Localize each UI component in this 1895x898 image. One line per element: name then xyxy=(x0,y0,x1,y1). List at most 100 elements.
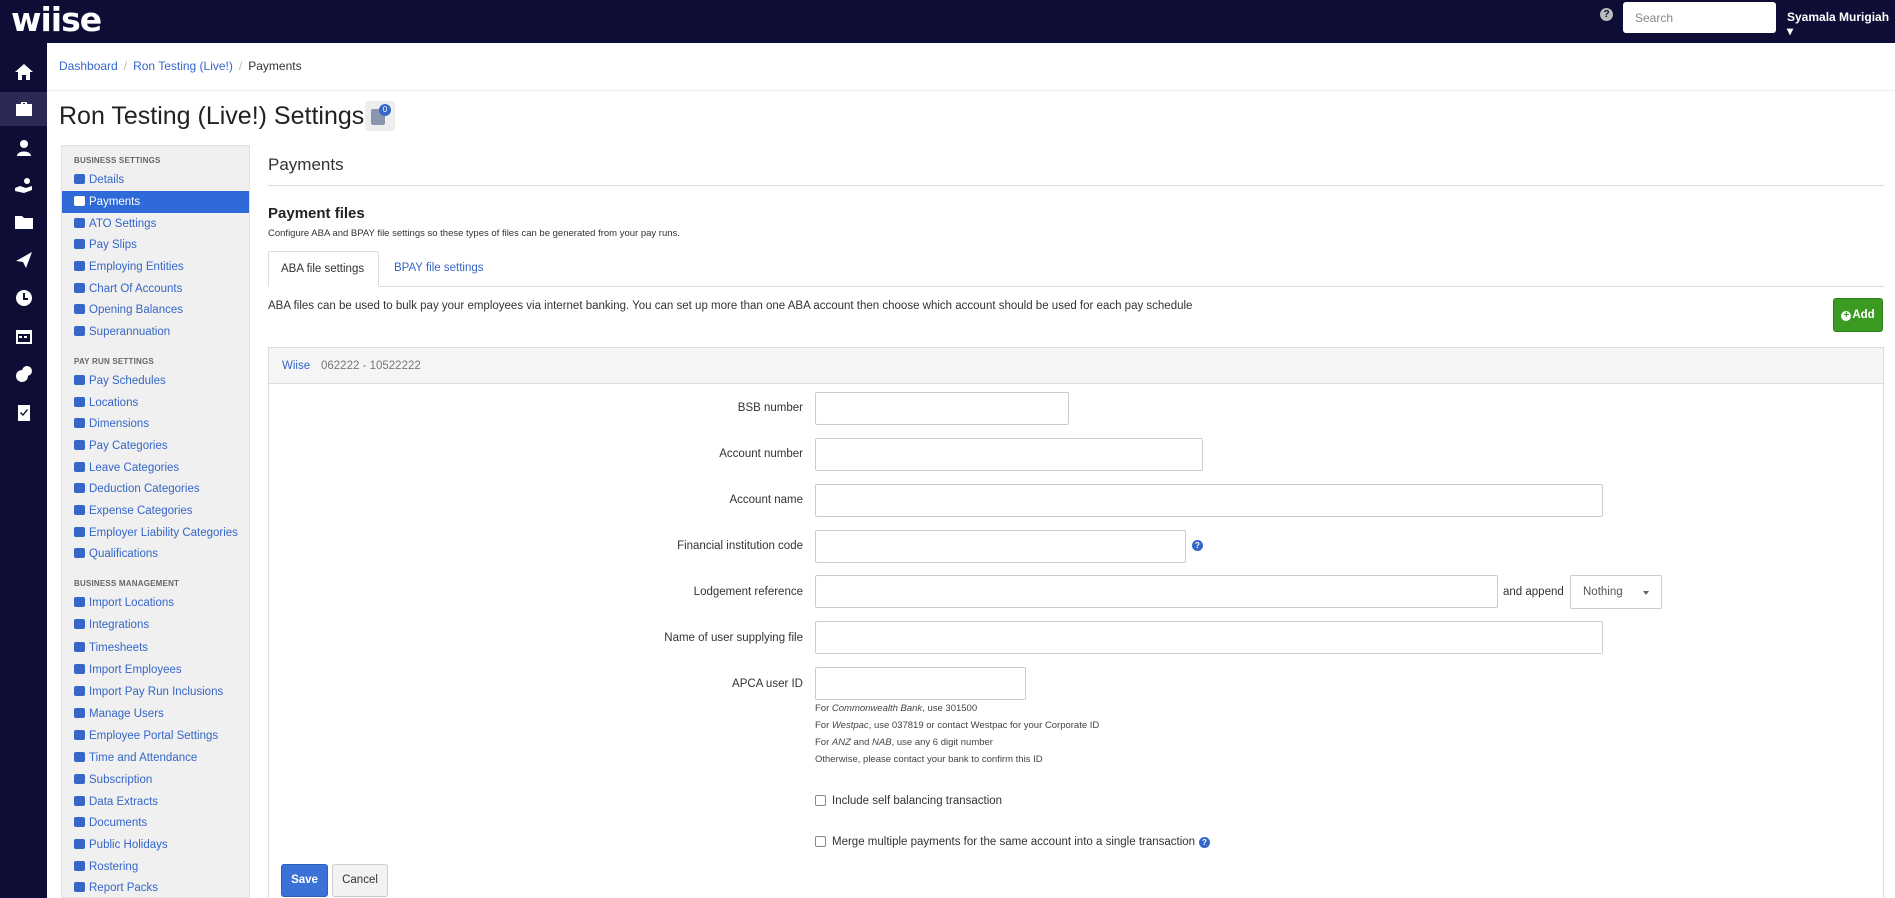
bsb-input[interactable] xyxy=(815,392,1069,425)
account-name-input[interactable] xyxy=(815,484,1603,517)
tab-aba-file-settings[interactable]: ABA file settings xyxy=(268,251,379,287)
user-supplying-file-input[interactable] xyxy=(815,621,1603,654)
sidebar-item-employer-liability-categories[interactable]: Employer Liability Categories xyxy=(62,522,249,544)
append-select[interactable]: Nothing xyxy=(1570,575,1662,609)
sidebar-item-report-packs[interactable]: Report Packs xyxy=(62,877,249,898)
sidebar-item-manage-users[interactable]: Manage Users xyxy=(62,703,249,725)
lodgement-reference-label: Lodgement reference xyxy=(693,586,803,598)
home-icon[interactable] xyxy=(0,55,47,89)
sidebar-item-dimensions[interactable]: Dimensions xyxy=(62,413,249,435)
sidebar-item-leave-categories[interactable]: Leave Categories xyxy=(62,457,249,479)
briefcase-icon[interactable] xyxy=(0,92,47,126)
merge-payments-checkbox[interactable] xyxy=(815,836,826,847)
top-bar: wiise ? Syamala Murigiah ▾ xyxy=(0,0,1895,43)
account-name-link[interactable]: Wiise xyxy=(282,360,310,372)
sidebar-item-ato-settings[interactable]: ATO Settings xyxy=(62,213,249,235)
hint-westpac: For Westpac, use 037819 or contact Westp… xyxy=(815,720,1100,731)
settings-sidebar: BUSINESS SETTINGS Details Payments ATO S… xyxy=(61,145,250,898)
tab-bpay-file-settings[interactable]: BPAY file settings xyxy=(382,251,496,287)
sidebar-item-pay-slips[interactable]: Pay Slips xyxy=(62,234,249,256)
lodgement-reference-input[interactable] xyxy=(815,575,1498,608)
coins-icon[interactable] xyxy=(0,357,47,391)
folder-icon[interactable] xyxy=(0,205,47,239)
gear-icon xyxy=(74,174,85,184)
hint-other: Otherwise, please contact your bank to c… xyxy=(815,754,1043,765)
globe-icon xyxy=(74,397,85,407)
account-number-input[interactable] xyxy=(815,438,1203,471)
financial-institution-code-label: Financial institution code xyxy=(677,540,803,552)
add-button[interactable]: + Add xyxy=(1833,298,1883,332)
sidebar-item-pay-categories[interactable]: Pay Categories xyxy=(62,435,249,457)
tab-bar: ABA file settings BPAY file settings xyxy=(268,251,1884,287)
sidebar-item-public-holidays[interactable]: Public Holidays xyxy=(62,834,249,856)
self-balancing-label[interactable]: Include self balancing transaction xyxy=(832,795,1002,807)
help-icon[interactable]: ? xyxy=(1600,8,1613,21)
calendar-icon[interactable] xyxy=(0,319,47,353)
scales-icon xyxy=(74,218,85,228)
sidebar-item-time-and-attendance[interactable]: Time and Attendance xyxy=(62,747,249,769)
aba-description: ABA files can be used to bulk pay your e… xyxy=(268,300,1193,312)
section-header-business-management: BUSINESS MANAGEMENT xyxy=(74,579,180,588)
clock-icon[interactable] xyxy=(0,281,47,315)
breadcrumb: Dashboard / Ron Testing (Live!) / Payments xyxy=(59,59,302,73)
breadcrumb-dashboard[interactable]: Dashboard xyxy=(59,59,118,73)
sidebar-item-superannuation[interactable]: Superannuation xyxy=(62,321,249,343)
sidebar-item-data-extracts[interactable]: Data Extracts xyxy=(62,791,249,813)
question-circle-icon[interactable]: ? xyxy=(1192,540,1203,551)
sidebar-item-timesheets[interactable]: Timesheets xyxy=(62,637,249,659)
question-circle-icon[interactable]: ? xyxy=(1199,837,1210,848)
page-title: Ron Testing (Live!) Settings xyxy=(59,102,365,130)
sidebar-item-documents[interactable]: Documents xyxy=(62,812,249,834)
people-icon[interactable] xyxy=(0,131,47,165)
sidebar-item-chart-of-accounts[interactable]: Chart Of Accounts xyxy=(62,278,249,300)
credit-card-icon xyxy=(74,774,85,784)
user-menu[interactable]: Syamala Murigiah ▾ xyxy=(1787,10,1895,38)
refresh-icon xyxy=(74,686,85,696)
sidebar-item-details[interactable]: Details xyxy=(62,169,249,191)
sidebar-item-payments[interactable]: Payments xyxy=(62,191,249,213)
notes-button[interactable]: 0 xyxy=(365,101,395,131)
bar-chart-icon xyxy=(74,418,85,428)
wiise-logo[interactable]: wiise xyxy=(11,2,102,38)
section-header-pay-run-settings: PAY RUN SETTINGS xyxy=(74,357,154,366)
lock-icon xyxy=(74,708,85,718)
self-balancing-checkbox[interactable] xyxy=(815,795,826,806)
sidebar-item-rostering[interactable]: Rostering xyxy=(62,856,249,878)
calendar-icon xyxy=(74,375,85,385)
sidebar-item-employing-entities[interactable]: Employing Entities xyxy=(62,256,249,278)
financial-institution-code-input[interactable] xyxy=(815,530,1186,563)
section-title: Payment files xyxy=(268,205,365,222)
clipboard-check-icon[interactable] xyxy=(0,395,47,429)
hand-coin-icon[interactable] xyxy=(0,169,47,203)
book-icon xyxy=(74,304,85,314)
sidebar-item-import-locations[interactable]: Import Locations xyxy=(62,592,249,614)
account-number-label: Account number xyxy=(719,448,803,460)
sidebar-item-subscription[interactable]: Subscription xyxy=(62,769,249,791)
apca-user-id-input[interactable] xyxy=(815,667,1026,700)
divider xyxy=(47,90,1895,91)
plane-icon[interactable] xyxy=(0,243,47,277)
lifebuoy-icon xyxy=(74,326,85,336)
sidebar-item-integrations[interactable]: Integrations xyxy=(62,614,249,636)
calendar-grid-icon xyxy=(74,861,85,871)
sidebar-item-locations[interactable]: Locations xyxy=(62,392,249,414)
notes-count-badge: 0 xyxy=(379,104,391,116)
hint-anz-nab: For ANZ and NAB, use any 6 digit number xyxy=(815,737,993,748)
breadcrumb-business[interactable]: Ron Testing (Live!) xyxy=(133,59,233,73)
sidebar-item-import-employees[interactable]: Import Employees xyxy=(62,659,249,681)
list-icon xyxy=(74,283,85,293)
section-description: Configure ABA and BPAY file settings so … xyxy=(268,228,680,239)
merge-payments-label[interactable]: Merge multiple payments for the same acc… xyxy=(832,836,1195,848)
cancel-button[interactable]: Cancel xyxy=(332,864,388,897)
sidebar-item-qualifications[interactable]: Qualifications xyxy=(62,543,249,565)
user-supplying-file-label: Name of user supplying file xyxy=(664,632,803,644)
sidebar-item-opening-balances[interactable]: Opening Balances xyxy=(62,299,249,321)
sidebar-item-expense-categories[interactable]: Expense Categories xyxy=(62,500,249,522)
search-input[interactable] xyxy=(1623,2,1776,33)
sidebar-item-employee-portal-settings[interactable]: Employee Portal Settings xyxy=(62,725,249,747)
sidebar-item-deduction-categories[interactable]: Deduction Categories xyxy=(62,478,249,500)
sidebar-item-pay-schedules[interactable]: Pay Schedules xyxy=(62,370,249,392)
sidebar-item-import-pay-run-inclusions[interactable]: Import Pay Run Inclusions xyxy=(62,681,249,703)
save-button[interactable]: Save xyxy=(281,864,328,897)
apca-user-id-label: APCA user ID xyxy=(732,678,803,690)
